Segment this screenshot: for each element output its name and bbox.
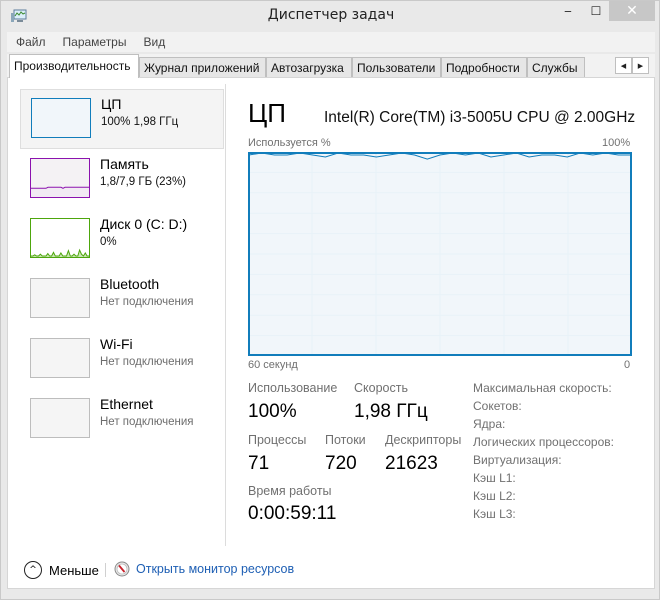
spec-max-speed: Максимальная скорость:	[473, 381, 612, 395]
thumbnail-svg	[31, 186, 89, 197]
spec-cores: Ядра:	[473, 417, 506, 431]
uptime-label: Время работы	[248, 484, 332, 498]
performance-panel: ЦП 100% 1,98 ГГц Память 1,8/7,9 ГБ (23%)…	[7, 77, 655, 589]
tab-services[interactable]: Службы	[527, 57, 585, 77]
cpu-model-name: Intel(R) Core(TM) i3-5005U CPU @ 2.00GHz	[324, 109, 636, 126]
spec-logical-processors: Логических процессоров:	[473, 435, 614, 449]
maximize-icon: ☐	[590, 4, 602, 18]
ethernet-thumbnail-graph	[30, 398, 90, 438]
uptime-value: 0:00:59:11	[248, 503, 337, 524]
tab-details[interactable]: Подробности	[441, 57, 527, 77]
resource-value: 0%	[100, 236, 117, 248]
menu-options[interactable]: Параметры	[54, 35, 135, 49]
chart-y-max-label: 100%	[602, 137, 631, 149]
chart-x-right-label: 0	[624, 359, 631, 371]
close-button[interactable]: ✕	[609, 1, 655, 21]
tab-app-history[interactable]: Журнал приложений	[139, 57, 266, 77]
chevron-up-glyph: ^	[29, 565, 37, 575]
resource-list: ЦП 100% 1,98 ГГц Память 1,8/7,9 ГБ (23%)…	[14, 84, 226, 546]
tab-users[interactable]: Пользователи	[352, 57, 441, 77]
spec-l2-cache: Кэш L2:	[473, 489, 516, 503]
resource-wifi[interactable]: Wi-Fi Нет подключения	[20, 330, 224, 390]
thumbnail-svg	[31, 248, 89, 257]
resource-status: Нет подключения	[100, 416, 194, 428]
speed-label: Скорость	[354, 381, 408, 395]
resource-name: Wi-Fi	[100, 336, 133, 352]
handles-value: 21623	[385, 453, 438, 474]
threads-label: Потоки	[325, 433, 366, 447]
chevron-up-icon: ^	[24, 561, 42, 579]
resource-ethernet[interactable]: Ethernet Нет подключения	[20, 390, 224, 450]
footer-divider	[105, 563, 106, 577]
processes-label: Процессы	[248, 433, 307, 447]
arrow-right-icon: ▶	[637, 61, 644, 70]
tab-performance[interactable]: Производительность	[9, 54, 139, 78]
wifi-thumbnail-graph	[30, 338, 90, 378]
resource-value: 1,8/7,9 ГБ (23%)	[100, 176, 187, 188]
disk-thumbnail-graph	[30, 218, 90, 258]
usage-value: 100%	[248, 401, 297, 422]
spec-sockets: Сокетов:	[473, 399, 522, 413]
spec-l3-cache: Кэш L3:	[473, 507, 516, 521]
resource-name: Ethernet	[100, 396, 153, 412]
open-resource-monitor-link[interactable]: Открыть монитор ресурсов	[114, 561, 294, 577]
processes-value: 71	[248, 453, 270, 474]
page-title: ЦП	[248, 98, 286, 128]
resource-monitor-icon	[114, 561, 130, 577]
maximize-button[interactable]: ☐	[583, 1, 609, 21]
footer-bar: ^ Меньше Открыть монитор ресурсов	[14, 548, 650, 588]
resource-cpu[interactable]: ЦП 100% 1,98 ГГц	[20, 89, 224, 149]
resource-name: Диск 0 (C: D:)	[100, 216, 188, 232]
spec-l1-cache: Кэш L1:	[473, 471, 516, 485]
handles-label: Дескрипторы	[385, 433, 462, 447]
fewer-details-label: Меньше	[49, 562, 99, 578]
resource-status: Нет подключения	[100, 296, 194, 308]
memory-usage-fill	[31, 188, 89, 197]
cpu-thumbnail-graph	[31, 98, 91, 138]
resource-name: Память	[100, 156, 149, 172]
minimize-icon: ‒	[564, 4, 572, 18]
spec-virtualization: Виртуализация:	[473, 453, 562, 467]
minimize-button[interactable]: ‒	[555, 1, 581, 21]
cpu-usage-area	[249, 153, 631, 355]
cpu-usage-chart	[248, 152, 632, 356]
arrow-left-icon: ◀	[620, 61, 627, 70]
memory-thumbnail-graph	[30, 158, 90, 198]
fewer-details-button[interactable]: ^ Меньше	[24, 561, 99, 579]
menu-bar: Файл Параметры Вид	[7, 32, 655, 52]
resource-bluetooth[interactable]: Bluetooth Нет подключения	[20, 270, 224, 330]
chart-y-label: Используется %	[248, 137, 331, 149]
open-resource-monitor-label: Открыть монитор ресурсов	[136, 562, 295, 576]
usage-label: Использование	[248, 381, 338, 395]
tab-scroll-right-button[interactable]: ▶	[632, 57, 649, 74]
bluetooth-thumbnail-graph	[30, 278, 90, 318]
thumbnail-svg	[31, 279, 89, 317]
thumbnail-svg	[32, 99, 90, 137]
resource-memory[interactable]: Память 1,8/7,9 ГБ (23%)	[20, 150, 224, 210]
tab-scroll-left-button[interactable]: ◀	[615, 57, 632, 74]
resource-status: Нет подключения	[100, 356, 194, 368]
resource-name: ЦП	[101, 96, 122, 112]
resource-name: Bluetooth	[100, 276, 160, 292]
resource-disk[interactable]: Диск 0 (C: D:) 0%	[20, 210, 224, 270]
memory-usage-line	[31, 186, 89, 189]
thumbnail-svg	[31, 339, 89, 377]
menu-file[interactable]: Файл	[7, 35, 54, 49]
task-manager-window: Диспетчер задач ‒ ☐ ✕ Файл Параметры Вид…	[0, 0, 660, 600]
chart-x-left-label: 60 секунд	[248, 359, 298, 371]
title-bar[interactable]: Диспетчер задач ‒ ☐ ✕	[1, 1, 660, 32]
thumbnail-svg	[31, 399, 89, 437]
menu-view[interactable]: Вид	[134, 35, 173, 49]
resource-value: 100% 1,98 ГГц	[101, 116, 179, 128]
threads-value: 720	[325, 453, 357, 474]
tab-strip: Производительность Журнал приложений Авт…	[7, 54, 655, 78]
speed-value: 1,98 ГГц	[354, 401, 428, 422]
tab-startup[interactable]: Автозагрузка	[266, 57, 352, 77]
close-icon: ✕	[626, 3, 638, 19]
